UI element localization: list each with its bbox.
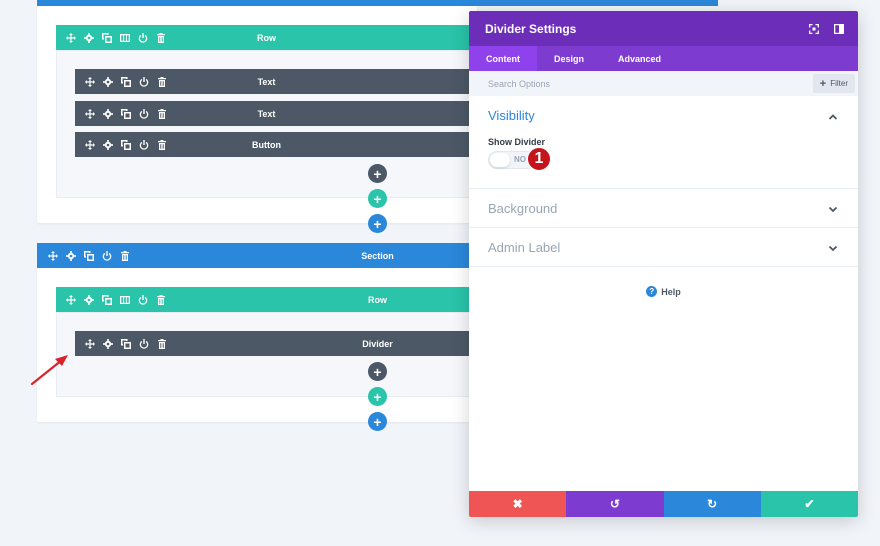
background-title: Background (488, 201, 558, 216)
add-module-button[interactable]: + (368, 164, 387, 183)
tab-advanced[interactable]: Advanced (601, 46, 678, 71)
visibility-title[interactable]: Visibility (488, 108, 535, 123)
background-section[interactable]: Background (469, 189, 858, 228)
redo-button[interactable]: ↻ (663, 491, 761, 517)
sidebar-toggle-icon[interactable] (834, 23, 845, 34)
search-placeholder: Search Options (488, 78, 551, 89)
tab-content[interactable]: Content (469, 46, 537, 71)
add-section-button[interactable]: + (368, 412, 387, 431)
add-row-button[interactable]: + (368, 189, 387, 208)
cancel-button[interactable]: ✖ (469, 491, 567, 517)
module-divider[interactable]: Divider (75, 331, 477, 356)
admin-label-section[interactable]: Admin Label (469, 228, 858, 267)
show-divider-label: Show Divider (488, 137, 546, 147)
row-2-bar[interactable]: Row (56, 287, 477, 312)
add-row-button[interactable]: + (368, 387, 387, 406)
filter-label: Filter (830, 79, 848, 88)
module-label: Button (252, 139, 281, 150)
panel-title: Divider Settings (485, 21, 577, 36)
add-module-button[interactable]: + (368, 362, 387, 381)
check-icon: ✔ (804, 497, 815, 511)
undo-icon: ↺ (609, 497, 620, 511)
add-section-button[interactable]: + (368, 214, 387, 233)
chevron-up-icon[interactable] (828, 112, 838, 122)
module-label: Text (257, 76, 276, 87)
help-label: Help (661, 286, 681, 297)
toggle-value: NO (514, 155, 526, 164)
divider-settings-panel: Divider Settings Content Design Advanced… (469, 11, 858, 517)
module-button[interactable]: Button (75, 132, 477, 157)
module-text-2[interactable]: Text (75, 101, 477, 126)
module-text-1[interactable]: Text (75, 69, 477, 94)
tab-design[interactable]: Design (537, 46, 601, 71)
filter-button[interactable]: + Filter (812, 74, 855, 93)
plus-icon: + (819, 77, 827, 90)
panel-tabs: Content Design Advanced (469, 46, 858, 71)
admin-label-title: Admin Label (488, 240, 561, 255)
chevron-down-icon[interactable] (828, 204, 838, 214)
section-2-bar[interactable]: Section (37, 243, 477, 268)
step-badge: 1 (527, 147, 551, 171)
fullscreen-icon[interactable] (809, 23, 820, 34)
chevron-down-icon[interactable] (828, 243, 838, 253)
module-label: Text (257, 108, 276, 119)
redo-icon: ↻ (707, 497, 718, 511)
annotation-arrow-icon (30, 355, 68, 386)
visibility-section: Visibility Show Divider NO 1 (469, 96, 858, 189)
save-button[interactable]: ✔ (760, 491, 858, 517)
toggle-knob (490, 153, 510, 167)
help-icon: ? (646, 286, 658, 297)
undo-button[interactable]: ↺ (566, 491, 664, 517)
row-1-label: Row (257, 32, 276, 43)
search-options-input[interactable]: Search Options + Filter (469, 71, 858, 96)
panel-header: Divider Settings (469, 11, 858, 46)
row-1-bar[interactable]: Row (56, 25, 477, 50)
help-link[interactable]: ? Help (469, 286, 858, 297)
close-icon: ✖ (512, 497, 523, 511)
panel-footer: ✖ ↺ ↻ ✔ (469, 491, 858, 517)
